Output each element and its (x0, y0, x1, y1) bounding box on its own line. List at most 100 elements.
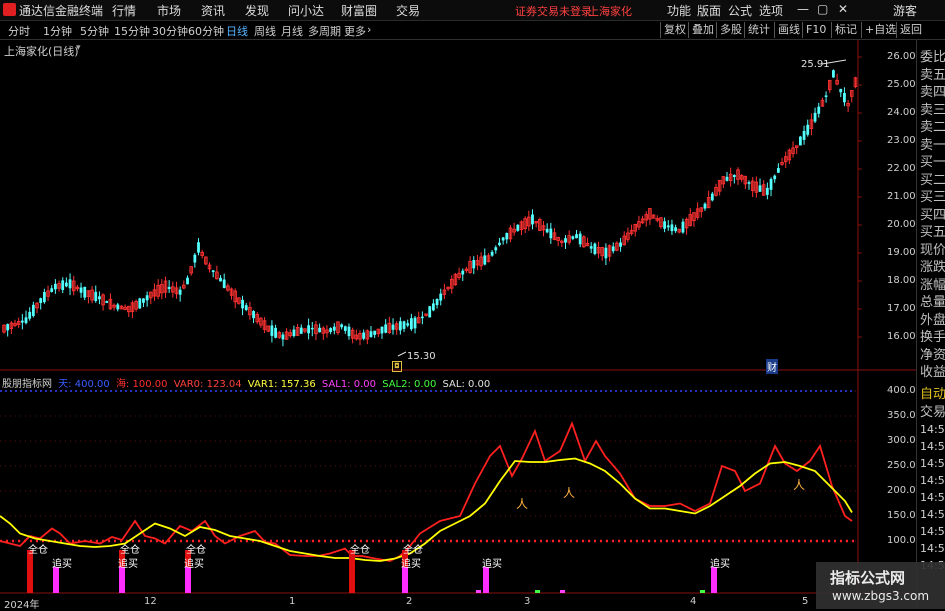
candle-body (776, 168, 780, 173)
tool-diejia[interactable]: 叠加 (688, 22, 717, 38)
menu-item-caifuquan[interactable]: 财富圈 (341, 2, 377, 19)
menu-item-faxian[interactable]: 发现 (245, 2, 269, 19)
candle-body (332, 326, 336, 331)
candle-body (252, 311, 255, 319)
candle-body (292, 329, 296, 337)
y-tick: 24.00 (887, 107, 916, 118)
candle-body (384, 324, 388, 333)
menu-item-hangqing[interactable]: 行情 (112, 2, 136, 19)
tool-huaxian[interactable]: 画线 (774, 22, 803, 38)
user-label[interactable]: 游客 (893, 2, 917, 19)
trade-time: 14:56 (920, 525, 945, 538)
period-60min[interactable]: 60分钟 (188, 23, 224, 39)
close-button[interactable]: ✕ (838, 2, 848, 16)
low-price-label: 15.30 (407, 351, 436, 362)
param-value: 400.00 (74, 379, 110, 390)
tool-duogu[interactable]: 多股 (716, 22, 745, 38)
stock-name-title: 上海家化 (588, 5, 632, 18)
menu-item-gongshi[interactable]: 公式 (728, 2, 752, 19)
candle-body (843, 92, 846, 103)
tool-f10[interactable]: F10 (802, 22, 829, 38)
quote-side-panel: 委比 卖五 卖四 卖三 卖二 卖一 买一 买二 买三 买四 买五 现价 涨跌 涨… (916, 40, 945, 609)
param-label: VAR1: (247, 379, 281, 390)
restore-button[interactable]: ▢ (817, 2, 828, 16)
sal-bar (476, 590, 481, 593)
trade-label[interactable]: 交易 (920, 401, 945, 420)
candle-body (501, 237, 505, 241)
full-position-label: 全仓 (350, 543, 370, 556)
candle-body (145, 295, 149, 301)
period-1min[interactable]: 1分钟 (43, 23, 72, 39)
candle-body (483, 255, 487, 265)
candle-body (549, 228, 553, 239)
candle-body (439, 293, 443, 301)
candle-body (391, 324, 395, 330)
param-value: 157.36 (280, 379, 316, 390)
candle-body (817, 106, 821, 114)
indicator-y-axis: 400.0 350.0 300.0 250.0 200.0 150.0 100.… (887, 383, 916, 548)
candle-body (380, 326, 384, 334)
trade-time: 14:56 (920, 508, 945, 521)
trade-login-notice[interactable]: 证券交易未登录 (515, 3, 592, 19)
indicator-header: 股朋指标网 天: 400.00 海: 100.00 VAR0: 123.04 V… (2, 375, 490, 390)
candle-body (604, 247, 608, 259)
period-multi[interactable]: 多周期 (308, 23, 341, 39)
period-weekly[interactable]: 周线 (254, 23, 276, 39)
period-daily[interactable]: 日线 (226, 23, 248, 39)
x-tick: 3 (524, 596, 531, 607)
finance-marker[interactable]: 财 (766, 359, 778, 374)
param-label: 海: (115, 379, 133, 390)
period-30min[interactable]: 30分钟 (152, 23, 188, 39)
period-more[interactable]: 更多 (344, 23, 366, 39)
candle-body (138, 298, 142, 309)
candlestick-series (2, 59, 858, 357)
candle-body (83, 286, 87, 298)
candle-body (6, 324, 10, 331)
minimize-button[interactable]: — (797, 2, 809, 16)
chart-canvas[interactable]: 全仓 全仓 全仓 全仓 全仓追买 追买 追买 追买 追买 追买人人人 (0, 40, 916, 609)
candle-body (765, 187, 769, 195)
chase-buy-label: 追买 (184, 557, 204, 570)
candle-body (611, 246, 615, 252)
period-fenshi[interactable]: 分时 (8, 23, 30, 39)
trade-time: 14:56 (920, 457, 945, 470)
candle-body (329, 328, 333, 332)
period-5min[interactable]: 5分钟 (80, 23, 109, 39)
sal-bar (535, 590, 540, 593)
param-hai: 海: 100.00 (116, 379, 168, 390)
chevron-right-icon[interactable]: › (367, 23, 371, 36)
menu-item-gongneng[interactable]: 功能 (667, 2, 691, 19)
dropdown-icon[interactable]: ▾ (76, 43, 81, 53)
menu-item-banmian[interactable]: 版面 (697, 2, 721, 19)
period-15min[interactable]: 15分钟 (114, 23, 150, 39)
indicator-name[interactable]: 股朋指标网 (2, 379, 52, 390)
candle-body (769, 178, 773, 190)
y-tick: 350.0 (887, 410, 916, 421)
tool-fuquan[interactable]: 复权 (660, 22, 689, 38)
candle-body (575, 234, 578, 239)
chase-buy-bar (483, 567, 489, 593)
tool-tongji[interactable]: 统计 (744, 22, 773, 38)
y-tick: 21.00 (887, 191, 916, 202)
menu-item-jiaoyi[interactable]: 交易 (396, 2, 420, 19)
full-position-bar (349, 550, 355, 593)
menu-item-zixun[interactable]: 资讯 (201, 2, 225, 19)
tool-add-watchlist[interactable]: +自选 (861, 22, 899, 38)
quote-label: 委比 (920, 50, 945, 65)
menu-item-xuanxiang[interactable]: 选项 (759, 2, 783, 19)
tool-biaoji[interactable]: 标记 (831, 22, 860, 38)
chase-buy-label: 追买 (710, 557, 730, 570)
y-tick: 200.0 (887, 485, 916, 496)
y-tick: 100.0 (887, 535, 916, 546)
candle-body (413, 317, 417, 329)
auto-trade-label[interactable]: 自动 (920, 383, 945, 402)
info-marker-icon[interactable]: ◘ (392, 361, 402, 372)
menu-item-shichang[interactable]: 市场 (157, 2, 181, 19)
y-tick: 17.00 (887, 303, 916, 314)
candle-body (545, 228, 549, 233)
candle-body (571, 236, 575, 239)
period-monthly[interactable]: 月线 (281, 23, 303, 39)
tool-back[interactable]: 返回 (896, 22, 925, 38)
menu-item-wenxiaoda[interactable]: 问小达 (288, 2, 324, 19)
candle-body (402, 321, 406, 329)
